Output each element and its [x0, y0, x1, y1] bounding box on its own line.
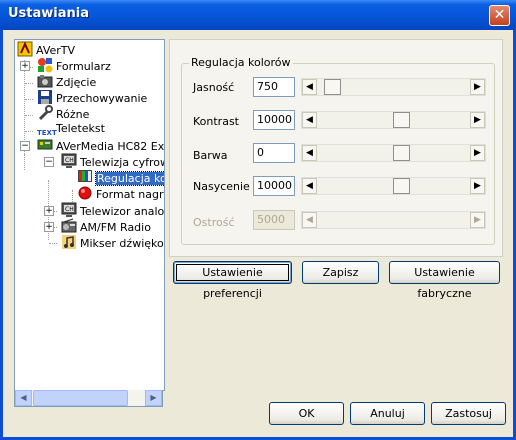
- saturation-slider[interactable]: ◀ ▶: [301, 177, 486, 195]
- hue-slider[interactable]: ◀ ▶: [301, 144, 486, 162]
- tree-item-label: Telewizja cyfrowa: [80, 156, 164, 169]
- arrow-right-icon[interactable]: ▶: [470, 178, 485, 194]
- tv-channel-icon: CH: [61, 202, 77, 217]
- collapse-icon[interactable]: −: [20, 141, 30, 151]
- arrow-left-icon[interactable]: ◀: [302, 178, 317, 194]
- tree-item-label: AVerMedia HC82 Exp: [56, 140, 165, 153]
- brightness-label: Jasność: [193, 81, 235, 94]
- record-icon: [77, 185, 93, 200]
- avertv-icon: [17, 41, 33, 57]
- tree-item-zdjecie[interactable]: Zdjęcie: [37, 73, 96, 89]
- device-icon: [37, 137, 53, 151]
- tree-item-label: Regulacja kol: [95, 171, 164, 186]
- tree-item-label: Formularz: [56, 60, 111, 73]
- tree-item-formularz[interactable]: Formularz: [37, 57, 111, 73]
- collapse-icon[interactable]: −: [44, 157, 54, 167]
- title-bar[interactable]: Ustawiania ✕: [0, 0, 516, 30]
- tree-item-label: Różne: [56, 108, 90, 121]
- tree-horizontal-scrollbar[interactable]: ◀ ▶: [14, 390, 163, 407]
- tree-item-label: AVerTV: [36, 44, 76, 57]
- contrast-slider[interactable]: ◀ ▶: [301, 111, 486, 129]
- expand-icon[interactable]: +: [20, 61, 30, 71]
- tree-item-label: Przechowywanie: [56, 92, 148, 105]
- tree-item-avertv[interactable]: AVerTV: [17, 41, 75, 57]
- close-button[interactable]: ✕: [489, 5, 510, 26]
- hue-field[interactable]: 0: [253, 143, 295, 163]
- arrow-left-icon: ◀: [302, 212, 317, 228]
- arrow-right-icon[interactable]: ▶: [470, 79, 485, 95]
- arrow-right-icon[interactable]: ▶: [470, 112, 485, 128]
- expand-icon[interactable]: +: [44, 222, 54, 232]
- tree-item-format-nagrywania[interactable]: Format nagryw: [77, 185, 164, 201]
- tree-item-rozne[interactable]: Różne: [37, 105, 89, 121]
- tree-item-label: Format nagryw: [96, 188, 164, 201]
- expand-icon[interactable]: +: [44, 206, 54, 216]
- arrow-right-icon: ▶: [470, 212, 485, 228]
- tree-item-label: Mikser dźwiękowy: [80, 237, 164, 250]
- settings-window: Ustawiania ✕ AVerTV + Formularz Zdjęcie …: [0, 0, 516, 440]
- factory-settings-button[interactable]: Ustawienie fabryczne: [389, 261, 500, 300]
- window-title: Ustawiania: [8, 6, 90, 21]
- client-area: AVerTV + Formularz Zdjęcie Przechowywani…: [3, 30, 513, 437]
- sharpness-field: 5000: [253, 210, 295, 230]
- tree-item-label: Telewizor analogo: [80, 205, 165, 218]
- ok-button[interactable]: OK: [269, 402, 344, 425]
- color-adjust-title: Regulacja kolorów: [189, 56, 293, 69]
- contrast-label: Kontrast: [193, 115, 239, 128]
- floppy-icon: [37, 89, 53, 104]
- tree-item-label: AM/FM Radio: [80, 221, 151, 234]
- tree-item-teletekst[interactable]: TEXTTeletekst: [37, 121, 105, 137]
- arrow-right-icon[interactable]: ▶: [470, 145, 485, 161]
- slider-thumb[interactable]: [393, 178, 410, 194]
- slider-thumb[interactable]: [324, 79, 341, 95]
- apply-button[interactable]: Zastosuj: [431, 402, 506, 425]
- sharpness-slider: ◀ ▶: [301, 211, 486, 229]
- slider-thumb[interactable]: [393, 145, 410, 161]
- tree-item-hc82[interactable]: AVerMedia HC82 Exp: [37, 137, 165, 153]
- svg-text:CH: CH: [65, 157, 74, 164]
- sharpness-label: Ostrość: [193, 216, 235, 229]
- wrench-icon: [37, 105, 53, 121]
- tree-item-telewizja-cyfrowa[interactable]: CH Telewizja cyfrowa: [61, 153, 164, 169]
- cancel-button[interactable]: Anuluj: [350, 402, 425, 425]
- scroll-left-icon[interactable]: ◀: [15, 390, 32, 406]
- tree-item-label: Zdjęcie: [56, 76, 97, 89]
- svg-text:CH: CH: [65, 206, 74, 213]
- tree-item-regulacja-kolorow[interactable]: Regulacja kol: [77, 169, 164, 186]
- tree-item-label: Teletekst: [56, 122, 105, 135]
- scrollbar-thumb[interactable]: [33, 390, 128, 406]
- radio-icon: [61, 218, 77, 233]
- arrow-left-icon[interactable]: ◀: [302, 145, 317, 161]
- skin-icon: [37, 57, 53, 73]
- saturation-label: Nasycenie: [193, 180, 250, 193]
- scroll-right-icon[interactable]: ▶: [145, 390, 162, 406]
- contrast-field[interactable]: 10000: [253, 110, 295, 130]
- arrow-left-icon[interactable]: ◀: [302, 79, 317, 95]
- saturation-field[interactable]: 10000: [253, 176, 295, 196]
- brightness-field[interactable]: 750: [253, 77, 295, 97]
- music-note-icon: [61, 234, 77, 249]
- arrow-left-icon[interactable]: ◀: [302, 112, 317, 128]
- close-icon: ✕: [493, 7, 506, 23]
- hue-label: Barwa: [193, 149, 228, 162]
- tree-item-mikser[interactable]: Mikser dźwiękowy: [61, 234, 164, 250]
- tv-channel-icon: CH: [61, 153, 77, 168]
- camera-icon: [37, 73, 53, 88]
- brightness-slider[interactable]: ◀ ▶: [301, 78, 486, 96]
- tree-item-przechowywanie[interactable]: Przechowywanie: [37, 89, 147, 105]
- color-bars-icon: [77, 169, 93, 183]
- preferences-button[interactable]: Ustawienie preferencji: [173, 261, 292, 300]
- save-button[interactable]: Zapisz: [302, 261, 379, 284]
- tree-item-telewizor-analogowy[interactable]: CH Telewizor analogo: [61, 202, 165, 218]
- tree-item-radio[interactable]: AM/FM Radio: [61, 218, 151, 234]
- settings-tree[interactable]: AVerTV + Formularz Zdjęcie Przechowywani…: [14, 39, 165, 391]
- slider-thumb[interactable]: [393, 112, 410, 128]
